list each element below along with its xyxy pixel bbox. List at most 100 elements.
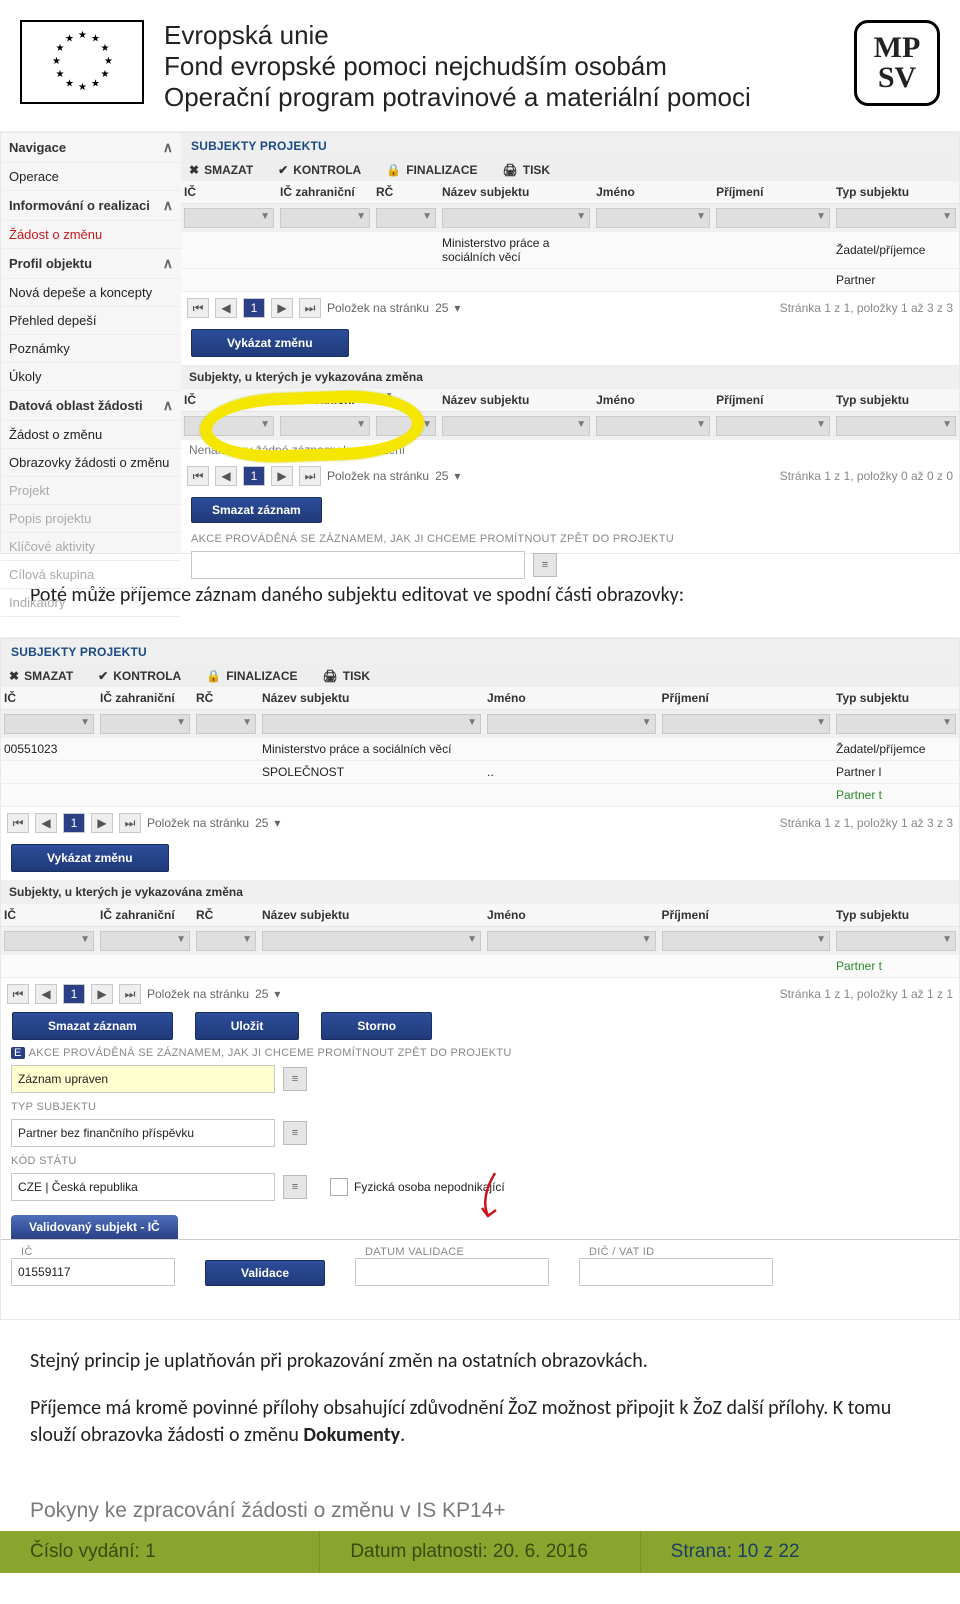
pager-next[interactable]: ▶ xyxy=(271,298,293,318)
filter-input[interactable]: ▼ xyxy=(100,931,190,951)
validace-button[interactable]: Validace xyxy=(205,1260,325,1286)
table-row[interactable]: Partner xyxy=(181,269,959,292)
smazat-zaznam-button[interactable]: Smazat záznam xyxy=(12,1012,173,1040)
filter-input[interactable]: ▼ xyxy=(442,416,590,436)
storno-button[interactable]: Storno xyxy=(321,1012,432,1040)
smazat-button[interactable]: SMAZAT xyxy=(9,669,73,683)
filter-input[interactable]: ▼ xyxy=(184,416,274,436)
th-jmeno[interactable]: Jméno xyxy=(593,181,713,203)
funnel-icon: ▼ xyxy=(356,211,366,222)
sidebar-item[interactable]: Klíčové aktivity xyxy=(1,533,181,561)
filter-input[interactable]: ▼ xyxy=(836,931,956,951)
filter-input[interactable]: ▼ xyxy=(662,714,830,734)
vykazat-zmenu-button[interactable]: Vykázat změnu xyxy=(191,329,349,357)
funnel-icon: ▼ xyxy=(467,934,477,945)
table-row[interactable]: Ministerstvo práce a sociálních věcí Žad… xyxy=(181,232,959,269)
filter-input[interactable]: ▼ xyxy=(487,931,655,951)
filter-input[interactable]: ▼ xyxy=(487,714,655,734)
sidebar-item[interactable]: Projekt xyxy=(1,477,181,505)
smazat-zaznam-button[interactable]: Smazat záznam xyxy=(191,497,322,523)
ic-input[interactable]: 01559117 xyxy=(11,1258,175,1286)
filter-input[interactable]: ▼ xyxy=(262,714,481,734)
sidebar-item[interactable]: Úkoly xyxy=(1,363,181,391)
filter-input[interactable]: ▼ xyxy=(836,714,956,734)
pager-first[interactable]: ⏮ xyxy=(187,298,209,318)
filter-input[interactable]: ▼ xyxy=(280,416,370,436)
sidebar-item[interactable]: Žádost o změnu xyxy=(1,221,181,249)
filter-input[interactable]: ▼ xyxy=(4,931,94,951)
filter-input[interactable]: ▼ xyxy=(184,208,274,228)
sidebar-item[interactable]: Informování o realizaci∧ xyxy=(1,191,181,221)
list-icon[interactable]: ≡ xyxy=(283,1067,307,1091)
filter-input[interactable]: ▼ xyxy=(376,208,436,228)
th-ic[interactable]: IČ xyxy=(181,181,277,203)
funnel-icon: ▼ xyxy=(816,211,826,222)
th-nazev[interactable]: Název subjektu xyxy=(439,181,593,203)
th-ic-zahr[interactable]: IČ zahraniční xyxy=(277,181,373,203)
filter-input[interactable]: ▼ xyxy=(376,416,436,436)
kod-statu-input[interactable]: CZE | Česká republika xyxy=(11,1173,275,1201)
typ-subjektu-input[interactable]: Partner bez finančního příspěvku xyxy=(11,1119,275,1147)
ulozit-button[interactable]: Uložit xyxy=(195,1012,300,1040)
filter-input[interactable]: ▼ xyxy=(596,208,710,228)
filter-input[interactable]: ▼ xyxy=(280,208,370,228)
filter-input[interactable]: ▼ xyxy=(262,931,481,951)
validovany-subjekt-tab[interactable]: Validovaný subjekt - IČ xyxy=(11,1215,178,1239)
filter-input[interactable]: ▼ xyxy=(4,714,94,734)
filter-input[interactable]: ▼ xyxy=(716,208,830,228)
pager-size[interactable]: 25 xyxy=(435,301,448,315)
paragraph-2: Stejný princip je uplatňován při prokazo… xyxy=(0,1328,960,1395)
table-row[interactable]: Partner t xyxy=(1,784,959,807)
sidebar-item[interactable]: Nová depeše a koncepty xyxy=(1,279,181,307)
fyz-osoba-label: Fyzická osoba nepodnikající xyxy=(354,1180,505,1194)
filter-input[interactable]: ▼ xyxy=(196,931,256,951)
akce-input[interactable] xyxy=(191,551,525,579)
vykazat-zmenu-button[interactable]: Vykázat změnu xyxy=(11,844,169,872)
filter-input[interactable]: ▼ xyxy=(100,714,190,734)
th-typ[interactable]: Typ subjektu xyxy=(833,181,959,203)
sidebar-item[interactable]: Poznámky xyxy=(1,335,181,363)
finalizace-button[interactable]: FINALIZACE xyxy=(206,669,297,683)
filter-input[interactable]: ▼ xyxy=(662,931,830,951)
datum-validace-input[interactable] xyxy=(355,1258,549,1286)
list-icon[interactable]: ≡ xyxy=(533,553,557,577)
smazat-button[interactable]: SMAZAT xyxy=(189,163,253,177)
sidebar-item[interactable]: Navigace∧ xyxy=(1,133,181,163)
pager-last[interactable]: ⏭ xyxy=(299,298,321,318)
sidebar-item[interactable]: Indikátory xyxy=(1,589,181,617)
sidebar-item[interactable]: Přehled depeší xyxy=(1,307,181,335)
th-rc[interactable]: RČ xyxy=(373,181,439,203)
filter-input[interactable]: ▼ xyxy=(716,416,830,436)
tisk-button[interactable]: TISK xyxy=(323,669,371,683)
th-prijmeni[interactable]: Příjmení xyxy=(713,181,833,203)
akce-input[interactable]: Záznam upraven xyxy=(11,1065,275,1093)
sidebar: Navigace∧OperaceInformování o realizaci∧… xyxy=(1,133,181,553)
tisk-button[interactable]: TISK xyxy=(503,163,551,177)
list-icon[interactable]: ≡ xyxy=(283,1175,307,1199)
table-row[interactable]: 00551023 Ministerstvo práce a sociálních… xyxy=(1,738,959,761)
sidebar-item[interactable]: Operace xyxy=(1,163,181,191)
sidebar-item[interactable]: Datová oblast žádosti∧ xyxy=(1,391,181,421)
filter-input[interactable]: ▼ xyxy=(596,416,710,436)
sidebar-item[interactable]: Cílová skupina xyxy=(1,561,181,589)
table-row[interactable]: SPOLEČNOST .. Partner l xyxy=(1,761,959,784)
pager-page-1[interactable]: 1 xyxy=(243,298,265,318)
filter-input[interactable]: ▼ xyxy=(836,416,956,436)
filter-input[interactable]: ▼ xyxy=(836,208,956,228)
finalizace-button[interactable]: FINALIZACE xyxy=(386,163,477,177)
sidebar-item[interactable]: Popis projektu xyxy=(1,505,181,533)
fyz-osoba-checkbox[interactable] xyxy=(330,1178,348,1196)
pager-prev[interactable]: ◀ xyxy=(215,298,237,318)
sidebar-item[interactable]: Žádost o změnu xyxy=(1,421,181,449)
sidebar-item[interactable]: Profil objektu∧ xyxy=(1,249,181,279)
filter-input[interactable]: ▼ xyxy=(442,208,590,228)
filter-input[interactable]: ▼ xyxy=(196,714,256,734)
kontrola-button[interactable]: KONTROLA xyxy=(98,669,181,683)
list-icon[interactable]: ≡ xyxy=(283,1121,307,1145)
funnel-icon: ▼ xyxy=(942,419,952,430)
table-row[interactable]: Partner t xyxy=(1,955,959,978)
funnel-icon: ▼ xyxy=(642,717,652,728)
sidebar-item[interactable]: Obrazovky žádosti o změnu xyxy=(1,449,181,477)
kontrola-button[interactable]: KONTROLA xyxy=(278,163,361,177)
dic-input[interactable] xyxy=(579,1258,773,1286)
